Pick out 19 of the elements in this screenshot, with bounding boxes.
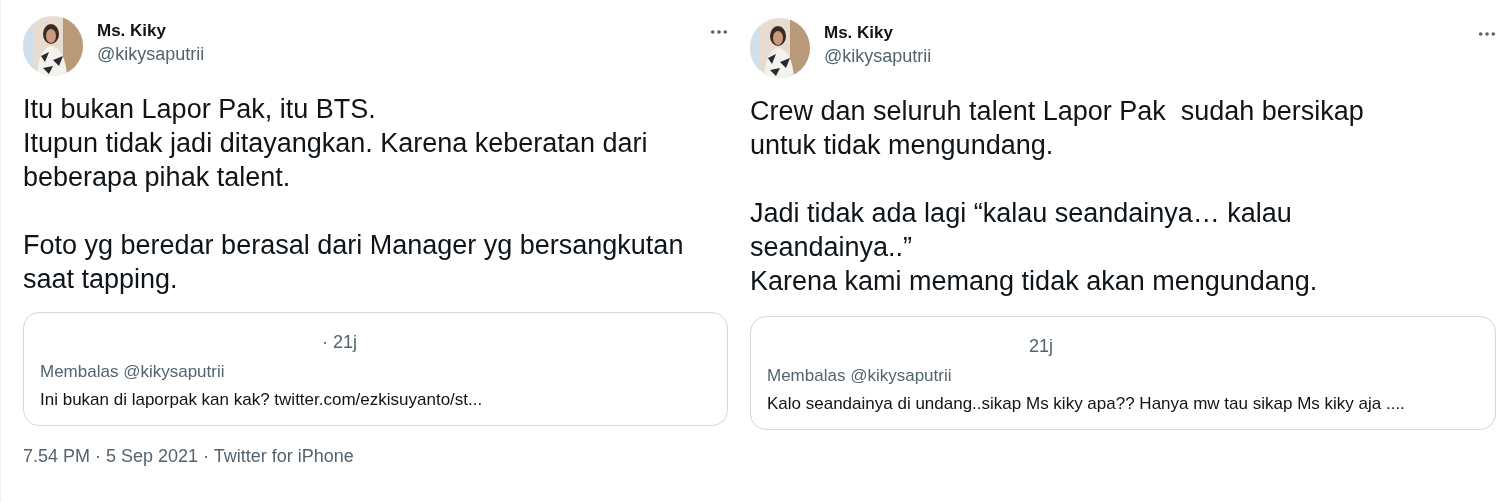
- replying-to: Membalas @kikysaputrii: [767, 365, 953, 387]
- author-handle[interactable]: @kikysaputrii: [824, 44, 932, 68]
- tweet-text: Crew dan seluruh talent Lapor Pak sudah bersikap untuk tidak mengundang.: [750, 95, 1365, 162]
- more-icon[interactable]: [1478, 31, 1496, 37]
- replying-to: Membalas @kikysaputrii: [40, 361, 226, 383]
- more-icon[interactable]: [710, 29, 728, 35]
- tweet-timestamp: 7.54 PM · 5 Sep 2021 · Twitter for iPhone: [23, 446, 355, 467]
- reply-text: Ini bukan di laporpak kan kak? twitter.com/ezkisuyanto/st...: [40, 389, 484, 411]
- tweet-text: Jadi tidak ada lagi “kalau seandainya… kalau seandainya..” Karena kami memang tidak akan mengundang.: [750, 197, 1319, 298]
- reply-text: Kalo seandainya di undang..sikap Ms kiky apa?? Hanya mw tau sikap Ms kiky aja ....: [767, 393, 1406, 415]
- reply-time: 21j: [1028, 335, 1055, 357]
- author-handle[interactable]: @kikysaputrii: [97, 42, 205, 66]
- quoted-reply[interactable]: · 21j Membalas @kikysaputrii Ini bukan di laporpak kan kak? twitter.com/ezkisuyanto/st...: [23, 312, 728, 426]
- tweet-text: Itu bukan Lapor Pak, itu BTS. Itupun tidak jadi ditayangkan. Karena keberatan dari beberapa pihak talent.: [23, 93, 649, 194]
- quoted-reply[interactable]: 21j Membalas @kikysaputrii Kalo seandainya di undang..sikap Ms kiky apa?? Hanya mw tau sikap Ms kiky aja ....: [750, 316, 1496, 430]
- tweet-text: Foto yg beredar berasal dari Manager yg bersangkutan saat tapping.: [23, 229, 685, 296]
- author-name[interactable]: Ms. Kiky: [824, 22, 932, 44]
- author-name[interactable]: Ms. Kiky: [97, 20, 205, 42]
- reply-time: · 21j: [321, 331, 358, 353]
